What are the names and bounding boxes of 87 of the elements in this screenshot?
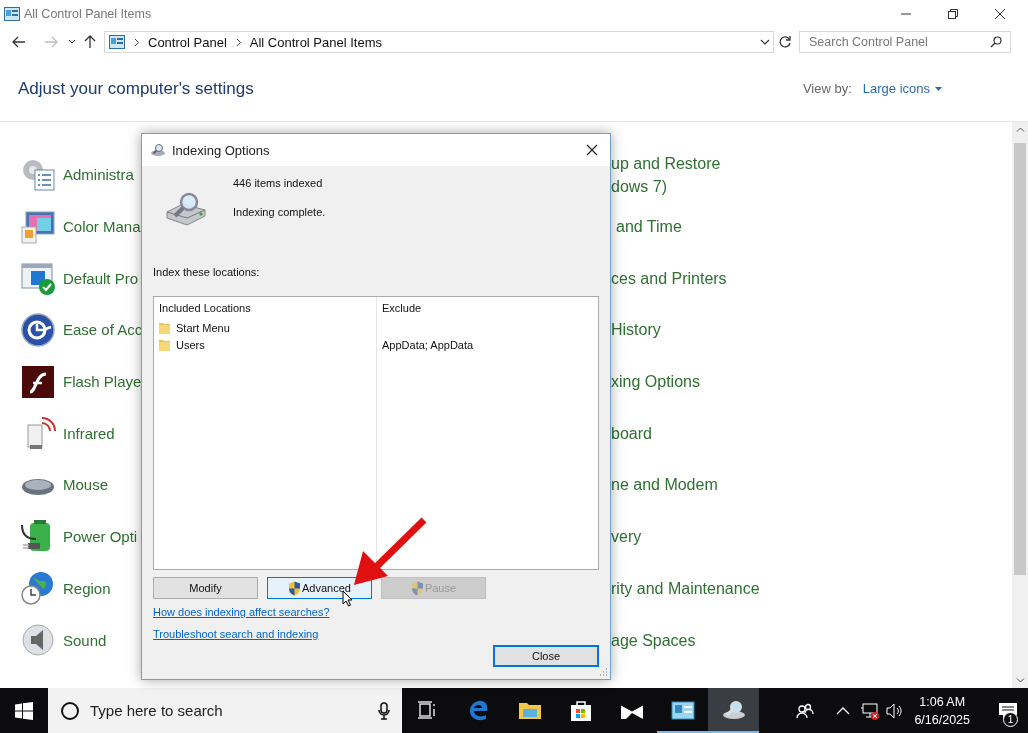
chevron-right-icon — [134, 37, 140, 47]
up-arrow-icon[interactable] — [84, 35, 96, 49]
dialog-button[interactable]: Modify — [153, 577, 258, 599]
shield-icon — [288, 580, 302, 596]
column-header[interactable]: Included Locations — [159, 301, 371, 315]
column-header[interactable]: Exclude — [382, 301, 593, 315]
control-panel-icon — [4, 7, 20, 21]
location-name[interactable]: Start Menu — [176, 321, 230, 334]
dialog-button[interactable]: Advanced — [267, 577, 372, 599]
notification-badge: 1 — [1003, 712, 1018, 727]
view-by-label: View by: — [802, 81, 852, 96]
settings-item-label[interactable]: Administra — [63, 166, 134, 184]
network-error-icon[interactable] — [860, 701, 881, 720]
settings-item-label[interactable]: Default Pro — [63, 269, 139, 287]
settings-item-label[interactable]: rity and Maintenance — [611, 576, 760, 600]
control-panel-icon — [109, 35, 125, 49]
exclude-entry: AppData; AppData — [382, 338, 474, 351]
view-mode-link[interactable]: Large icons — [862, 81, 930, 96]
search-icon — [990, 36, 1002, 48]
help-link[interactable]: Troubleshoot search and indexing — [153, 627, 319, 641]
settings-item-label[interactable]: Region — [63, 579, 111, 597]
window-title: All Control Panel Items — [24, 7, 152, 21]
settings-item-label[interactable]: xing Options — [611, 370, 700, 394]
settings-item-label[interactable]: Infrared — [63, 424, 115, 442]
close-button[interactable]: Close — [493, 645, 599, 667]
back-arrow-icon[interactable] — [12, 36, 26, 48]
shield-icon — [410, 580, 424, 596]
dialog-title: Indexing Options — [172, 142, 270, 158]
settings-item-label[interactable]: and Time — [611, 215, 682, 239]
chevron-up-icon[interactable] — [836, 706, 851, 715]
settings-item-label[interactable]: Power Opti — [63, 528, 138, 546]
settings-item-label[interactable]: History — [611, 318, 661, 342]
settings-item-label[interactable]: ne and Modem — [611, 473, 718, 497]
swoosh-tile-icon[interactable] — [20, 363, 56, 400]
caret-icon[interactable] — [935, 86, 942, 91]
windows-start-icon[interactable] — [15, 701, 33, 720]
shopping-bag-icon[interactable] — [568, 698, 593, 721]
breadcrumb-item[interactable]: All Control Panel Items — [249, 34, 382, 50]
search-placeholder: Type here to search — [90, 702, 223, 719]
search-input[interactable]: Search Control Panel — [809, 35, 990, 49]
breadcrumb-item[interactable]: Control Panel — [148, 34, 227, 50]
color-monitor-icon[interactable] — [20, 208, 56, 245]
settings-item-label[interactable]: Mouse — [63, 476, 109, 494]
volume-icon[interactable] — [886, 702, 905, 719]
drive-magnifier-icon — [150, 143, 166, 157]
locations-label: Index these locations: — [153, 265, 260, 279]
settings-item-label[interactable]: ces and Printers — [611, 266, 727, 290]
help-link[interactable]: How does indexing affect searches? — [153, 605, 330, 619]
settings-item-label[interactable]: board — [611, 421, 652, 445]
address-bar[interactable]: Control Panel All Control Panel Items — [104, 31, 774, 53]
window-check-icon[interactable] — [20, 260, 56, 297]
drive-magnifier-icon — [165, 190, 207, 226]
control-panel-icon[interactable] — [670, 698, 695, 721]
refresh-icon[interactable] — [778, 35, 792, 49]
restore-icon[interactable] — [947, 8, 959, 20]
microphone-icon[interactable] — [378, 701, 390, 720]
mouse-cursor-icon — [342, 590, 353, 607]
settings-item-label[interactable]: Flash Playe — [63, 373, 142, 391]
search-circle-icon — [60, 700, 80, 721]
indexing-status: Indexing complete. — [233, 205, 326, 219]
speaker-icon[interactable] — [20, 622, 56, 659]
settings-item-label[interactable]: Color Mana — [63, 218, 141, 236]
chevron-down-icon[interactable] — [68, 39, 76, 45]
chevron-right-icon — [235, 37, 242, 47]
search-field[interactable]: Search Control Panel — [799, 31, 1011, 53]
chevron-down-icon[interactable] — [760, 38, 770, 46]
people-icon[interactable] — [796, 702, 815, 719]
settings-item-label[interactable]: age Spaces — [611, 628, 696, 652]
items-indexed-count: 446 items indexed — [233, 176, 324, 190]
settings-item-label[interactable]: Sound — [63, 631, 107, 649]
folder-icon — [159, 338, 170, 351]
taskbar-search-box[interactable]: Type here to search — [48, 688, 402, 733]
close-icon[interactable] — [586, 144, 598, 156]
resize-grip-icon[interactable] — [599, 668, 608, 677]
globe-clock-icon[interactable] — [20, 570, 56, 607]
drive-magnifier-icon[interactable] — [721, 698, 746, 721]
settings-item-label[interactable]: up and Restore dows 7) — [611, 151, 721, 198]
location-name[interactable]: Users — [176, 338, 205, 351]
clock-time[interactable]: 1:06 AM — [919, 692, 966, 711]
locations-list[interactable]: Included Locations Start Menu Users Exclude AppData; AppData — [153, 296, 599, 570]
clock-date[interactable]: 6/16/2025 — [914, 710, 970, 729]
page-heading: Adjust your computer's settings — [18, 78, 254, 99]
taskbar-app-button[interactable] — [708, 688, 759, 733]
settings-item-label[interactable]: Ease of Acc — [63, 321, 143, 339]
close-icon[interactable] — [994, 8, 1006, 20]
settings-item-label[interactable]: very — [611, 525, 642, 549]
folder-icon — [159, 321, 170, 334]
